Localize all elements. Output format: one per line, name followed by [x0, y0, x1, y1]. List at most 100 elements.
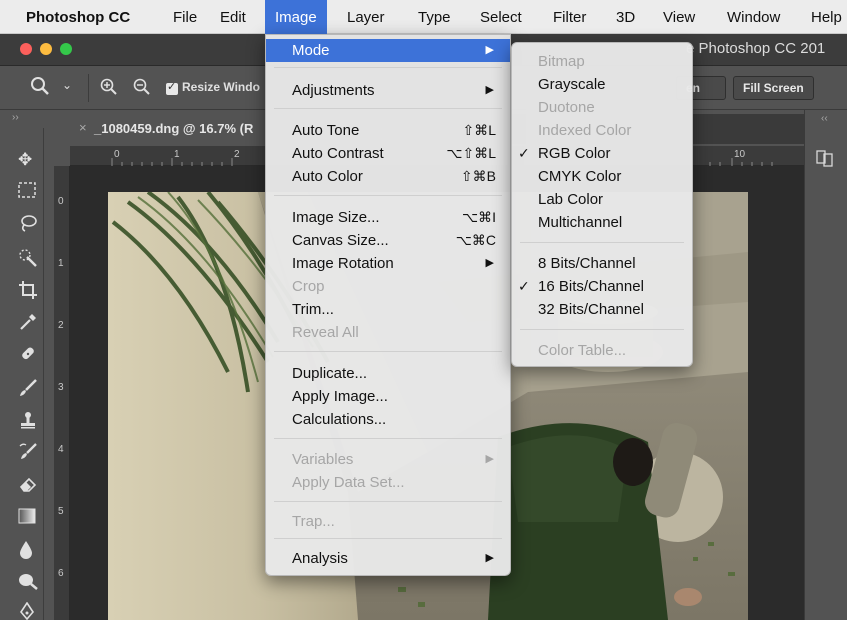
right-panel-dock	[804, 110, 847, 620]
menu-item-8-bits[interactable]: 8 Bits/Channel	[512, 252, 692, 275]
menu-separator	[274, 67, 502, 68]
submenu-arrow-icon: ▶	[485, 44, 494, 56]
ruler-label: 5	[58, 506, 64, 517]
menu-item-label: Trim...	[292, 301, 334, 318]
menu-type[interactable]: Type	[418, 0, 451, 34]
expand-panels-icon[interactable]: ‹‹	[821, 113, 828, 124]
submenu-arrow-icon: ▶	[485, 453, 494, 465]
checkmark-icon: ✓	[518, 278, 530, 294]
menu-item-analysis[interactable]: Analysis ▶	[266, 547, 510, 570]
window-title: e Photoshop CC 201	[686, 40, 826, 57]
zoom-out-icon[interactable]	[133, 78, 151, 101]
menu-bar: Photoshop CC File Edit Image Layer Type …	[0, 0, 847, 34]
menu-item-multichannel[interactable]: Multichannel	[512, 211, 692, 234]
minimize-window-button[interactable]	[40, 43, 52, 55]
menu-edit[interactable]: Edit	[220, 0, 246, 34]
menu-item-label: Color Table...	[538, 342, 627, 359]
menu-image[interactable]: Image	[265, 0, 327, 34]
menu-item-grayscale[interactable]: Grayscale	[512, 73, 692, 96]
eraser-tool-icon[interactable]	[18, 474, 38, 499]
menu-item-label: Apply Data Set...	[292, 474, 405, 491]
menu-item-label: Grayscale	[538, 76, 606, 93]
menu-item-apply-image[interactable]: Apply Image...	[266, 385, 510, 408]
document-tab-title[interactable]: _1080459.dng @ 16.7% (R	[94, 121, 253, 136]
menu-item-duplicate[interactable]: Duplicate...	[266, 362, 510, 385]
ruler-label: 1	[174, 149, 180, 160]
mode-submenu: Bitmap Grayscale Duotone Indexed Color ✓…	[511, 42, 693, 367]
menu-item-duotone: Duotone	[512, 96, 692, 119]
menu-item-label: CMYK Color	[538, 168, 622, 185]
menu-separator	[274, 438, 502, 439]
menu-item-label: Image Size...	[292, 209, 380, 226]
menu-item-label: Auto Tone	[292, 122, 360, 139]
close-window-button[interactable]	[20, 43, 32, 55]
menu-select[interactable]: Select	[480, 0, 522, 34]
menu-file[interactable]: File	[173, 0, 197, 34]
gradient-tool-icon[interactable]	[18, 508, 36, 529]
menu-3d[interactable]: 3D	[616, 0, 635, 34]
menu-item-rgb-color[interactable]: ✓ RGB Color	[512, 142, 692, 165]
menu-app-photoshop[interactable]: Photoshop CC	[26, 0, 130, 34]
healing-brush-tool-icon[interactable]	[18, 344, 38, 369]
menu-item-32-bits[interactable]: 32 Bits/Channel	[512, 298, 692, 321]
menu-filter[interactable]: Filter	[553, 0, 586, 34]
menu-layer[interactable]: Layer	[347, 0, 385, 34]
clone-stamp-tool-icon[interactable]	[18, 410, 38, 435]
menu-item-label: Mode	[292, 42, 330, 59]
menu-item-image-size[interactable]: Image Size... ⌥⌘I	[266, 206, 510, 229]
menu-item-16-bits[interactable]: ✓ 16 Bits/Channel	[512, 275, 692, 298]
zoom-in-icon[interactable]	[100, 78, 118, 101]
history-brush-tool-icon[interactable]	[18, 442, 38, 467]
menu-help[interactable]: Help	[811, 0, 842, 34]
menu-separator	[520, 242, 684, 243]
resize-windows-checkbox[interactable]	[166, 80, 178, 95]
menu-item-crop: Crop	[266, 275, 510, 298]
menu-view[interactable]: View	[663, 0, 695, 34]
quick-selection-tool-icon[interactable]	[18, 248, 38, 273]
menu-item-trap: Trap...	[266, 510, 510, 533]
menu-item-auto-contrast[interactable]: Auto Contrast ⌥⇧⌘L	[266, 142, 510, 165]
menu-item-label: Reveal All	[292, 324, 359, 341]
chevron-down-icon[interactable]: ⌄	[62, 78, 72, 92]
dodge-tool-icon[interactable]	[18, 572, 38, 595]
menu-item-label: Image Rotation	[292, 255, 394, 272]
close-tab-icon[interactable]: ×	[79, 120, 87, 135]
menu-item-label: Duotone	[538, 99, 595, 116]
menu-item-lab-color[interactable]: Lab Color	[512, 188, 692, 211]
menu-item-auto-color[interactable]: Auto Color ⇧⌘B	[266, 165, 510, 188]
menu-item-cmyk-color[interactable]: CMYK Color	[512, 165, 692, 188]
menu-item-label: Duplicate...	[292, 365, 368, 382]
blur-tool-icon[interactable]	[18, 540, 34, 565]
ruler-label: 3	[58, 382, 64, 393]
eyedropper-tool-icon[interactable]	[18, 312, 38, 337]
menu-item-label: Calculations...	[292, 411, 387, 428]
menu-item-trim[interactable]: Trim...	[266, 298, 510, 321]
zoom-window-button[interactable]	[60, 43, 72, 55]
shortcut-label: ⌥⌘C	[455, 232, 496, 248]
menu-item-label: Multichannel	[538, 214, 623, 231]
menu-item-image-rotation[interactable]: Image Rotation ▶	[266, 252, 510, 275]
menu-item-variables: Variables ▶	[266, 448, 510, 471]
image-menu: Mode ▶ Adjustments ▶ Auto Tone ⇧⌘L Auto …	[265, 34, 511, 576]
pen-tool-icon[interactable]	[18, 601, 36, 620]
zoom-tool-icon[interactable]	[30, 76, 50, 101]
fill-screen-button[interactable]: Fill Screen	[733, 76, 814, 100]
menu-item-mode[interactable]: Mode ▶	[266, 39, 510, 62]
menu-item-label: 8 Bits/Channel	[538, 255, 636, 272]
ruler-label: 6	[58, 568, 64, 579]
collapse-panel-icon[interactable]: ››	[12, 112, 19, 123]
menu-item-canvas-size[interactable]: Canvas Size... ⌥⌘C	[266, 229, 510, 252]
menu-separator	[520, 329, 684, 330]
submenu-arrow-icon: ▶	[485, 552, 494, 564]
menu-item-auto-tone[interactable]: Auto Tone ⇧⌘L	[266, 119, 510, 142]
menu-item-adjustments[interactable]: Adjustments ▶	[266, 79, 510, 102]
crop-tool-icon[interactable]	[18, 280, 38, 305]
menu-item-calculations[interactable]: Calculations...	[266, 408, 510, 431]
menu-window[interactable]: Window	[727, 0, 780, 34]
brush-tool-icon[interactable]	[18, 378, 38, 403]
properties-panel-icon[interactable]	[815, 148, 835, 171]
lasso-tool-icon[interactable]	[18, 214, 38, 237]
menu-item-label: 16 Bits/Channel	[538, 278, 644, 295]
marquee-tool-icon[interactable]	[18, 182, 36, 202]
move-tool-icon[interactable]: ✥	[18, 150, 32, 170]
